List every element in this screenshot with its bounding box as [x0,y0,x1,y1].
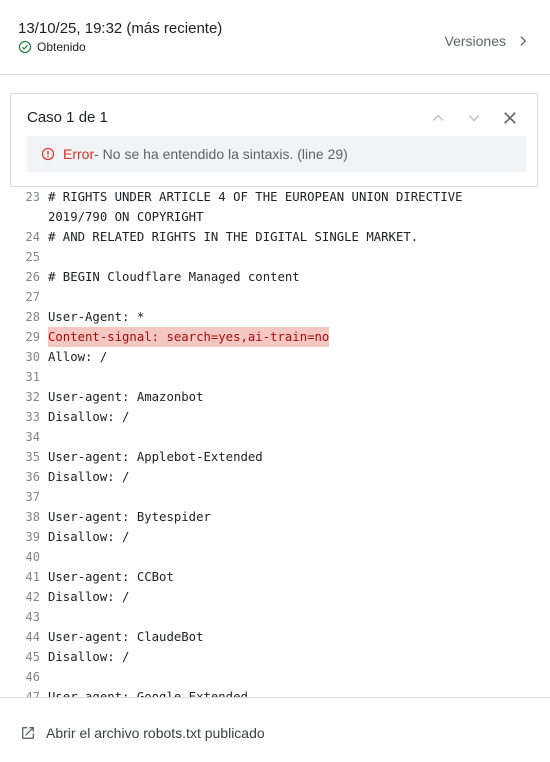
code-line-error: 29 Content-signal: search=yes,ai-train=no [0,327,550,347]
line-text: User-agent: Amazonbot [48,390,204,404]
code-line: 32 User-agent: Amazonbot [0,387,550,407]
code-line: 44 User-agent: ClaudeBot [0,627,550,647]
line-number: 24 [25,230,40,244]
line-text: User-agent: CCBot [48,570,174,584]
line-number: 45 [25,650,40,664]
line-number: 25 [25,250,40,264]
chevron-right-icon [520,36,527,46]
versions-button[interactable]: Versiones [445,33,530,49]
code-line: 24 # AND RELATED RIGHTS IN THE DIGITAL SI… [0,227,550,247]
line-number: 29 [25,330,40,344]
line-number: 40 [25,550,40,564]
issue-counter: Caso 1 de 1 [27,109,108,126]
code-line: 26 # BEGIN Cloudflare Managed content [0,267,550,287]
code-line: 39 Disallow: / [0,527,550,547]
line-text: Allow: / [48,350,108,364]
code-line: 30 Allow: / [0,347,550,367]
line-number: 31 [25,370,40,384]
code-line: 36 Disallow: / [0,467,550,487]
code-line: 31 [0,367,550,387]
code-line: 38 User-agent: Bytespider [0,507,550,527]
line-number: 30 [25,350,40,364]
versions-label: Versiones [444,33,506,49]
code-line: 47 User-agent: Google-Extended [0,687,550,697]
line-text: Disallow: / [48,530,130,544]
error-icon [41,147,55,161]
code-line: 34 [0,427,550,447]
code-line: 45 Disallow: / [0,647,550,667]
line-number: 37 [25,490,40,504]
code-line: 40 [0,547,550,567]
line-text: # AND RELATED RIGHTS IN THE DIGITAL SING… [48,230,419,244]
line-text: User-agent: ClaudeBot [48,630,204,644]
line-text: 2019/790 ON COPYRIGHT [48,210,204,224]
next-issue-button[interactable] [463,107,485,129]
line-text: User-agent: Applebot-Extended [48,450,263,464]
line-number: 43 [25,610,40,624]
line-number: 39 [25,530,40,544]
code-line: 27 [0,287,550,307]
issue-panel: Caso 1 de 1 Error - No se ha entendido l… [10,93,538,187]
code-line: 28 User-Agent: * [0,307,550,327]
line-number: 28 [25,310,40,324]
open-published-robots-link[interactable]: Abrir el archivo robots.txt publicado [20,725,265,741]
line-number: 35 [25,450,40,464]
status-label: Obtenido [37,40,86,54]
chevron-down-icon [468,115,480,122]
code-line: 46 [0,667,550,687]
code-line: 41 User-agent: CCBot [0,567,550,587]
line-number: 32 [25,390,40,404]
error-label: Error [63,146,95,162]
line-number: 27 [25,290,40,304]
line-text: User-agent: Google-Extended [48,690,248,697]
line-text: User-Agent: * [48,310,145,324]
line-text: Content-signal: search=yes,ai-train=no [48,327,330,347]
code-line: 42 Disallow: / [0,587,550,607]
line-number: 34 [25,430,40,444]
fetch-status: Obtenido [18,40,86,54]
code-line: 23 # RIGHTS UNDER ARTICLE 4 OF THE EUROPE… [0,187,550,207]
line-number: 47 [25,690,40,697]
line-text: Disallow: / [48,410,130,424]
previous-issue-button[interactable] [427,107,449,129]
line-number: 38 [25,510,40,524]
error-message: Error - No se ha entendido la sintaxis. … [27,136,527,172]
line-number: 41 [25,570,40,584]
line-text: Disallow: / [48,470,130,484]
line-number: 33 [25,410,40,424]
code-line: 25 [0,247,550,267]
code-line: 2019/790 ON COPYRIGHT [0,207,550,227]
line-text: # BEGIN Cloudflare Managed content [48,270,300,284]
open-in-new-icon [22,727,34,739]
line-text: Disallow: / [48,650,130,664]
line-number: 26 [25,270,40,284]
code-line: 35 User-agent: Applebot-Extended [0,447,550,467]
line-text: # RIGHTS UNDER ARTICLE 4 OF THE EUROPEAN… [48,190,463,204]
line-number: 42 [25,590,40,604]
code-line: 37 [0,487,550,507]
chevron-up-icon [432,114,444,121]
close-issue-panel-button[interactable] [499,107,521,129]
close-icon [504,112,516,124]
line-number: 44 [25,630,40,644]
robots-txt-code-view: 23 # RIGHTS UNDER ARTICLE 4 OF THE EUROPE… [0,187,550,697]
line-number: 36 [25,470,40,484]
check-circle-icon [18,40,32,54]
version-header: 13/10/25, 19:32 (más reciente) Obtenido … [0,0,550,75]
line-number: 46 [25,670,40,684]
line-text: User-agent: Bytespider [48,510,211,524]
fetch-timestamp: 13/10/25, 19:32 (más reciente) [18,20,223,37]
error-text: - No se ha entendido la sintaxis. (line … [94,146,348,162]
line-text: Disallow: / [48,590,130,604]
line-number: 23 [25,190,40,204]
code-line: 43 [0,607,550,627]
code-line: 33 Disallow: / [0,407,550,427]
footer: Abrir el archivo robots.txt publicado [0,697,550,762]
open-published-robots-label: Abrir el archivo robots.txt publicado [46,725,265,741]
